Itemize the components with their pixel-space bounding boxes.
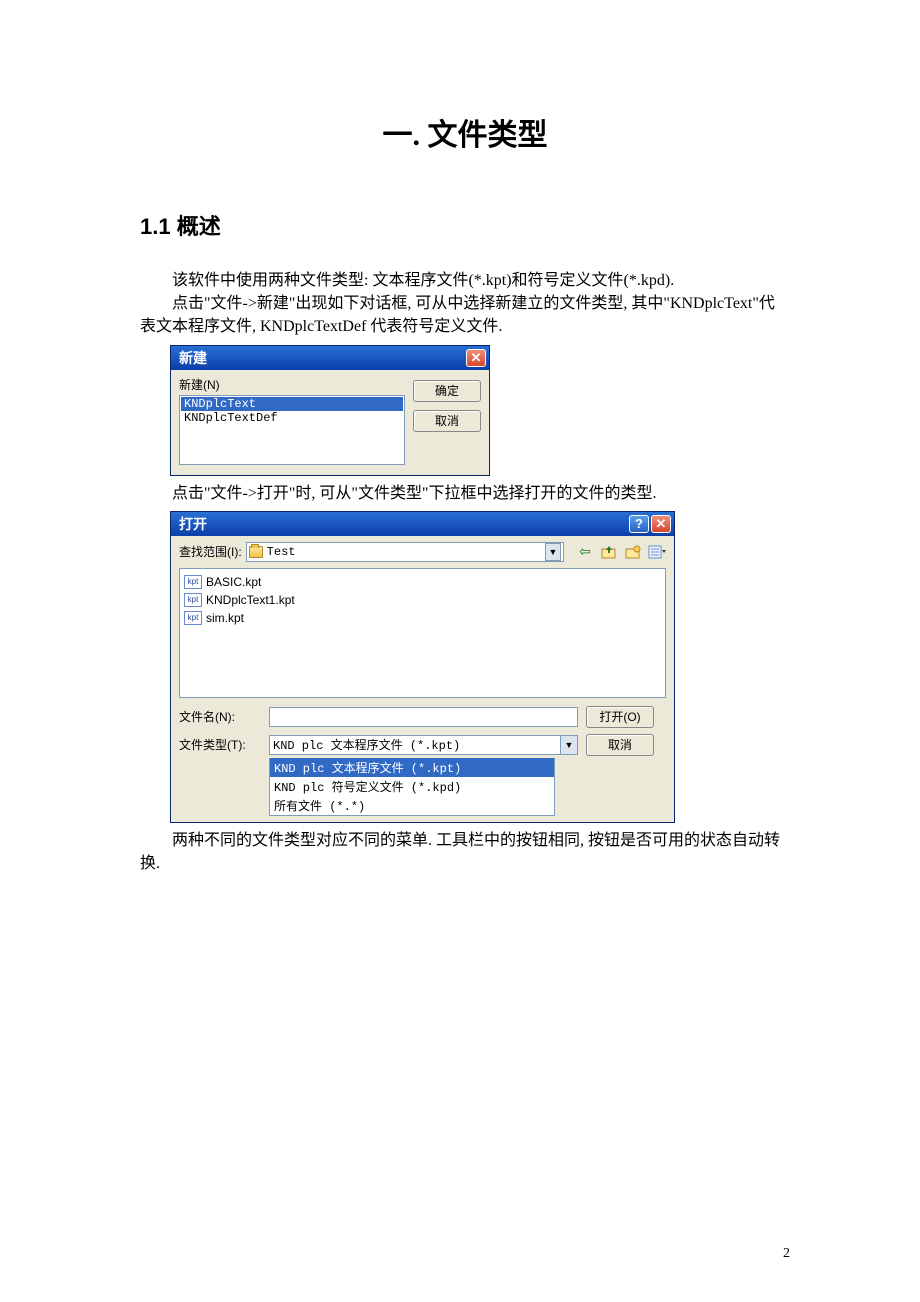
filetype-label: 文件类型(T): [179,736,261,753]
filetype-value: KND plc 文本程序文件 (*.kpt) [269,735,560,755]
new-dialog-titlebar: 新建 ✕ [171,346,489,370]
kpt-file-icon: kpt [184,611,202,625]
lookin-value: Test [267,545,296,559]
help-icon[interactable]: ? [629,515,649,533]
list-item[interactable]: KNDplcText [181,397,403,411]
dropdown-option[interactable]: KND plc 文本程序文件 (*.kpt) [270,758,554,777]
list-item[interactable]: kpt BASIC.kpt [184,573,661,591]
new-folder-icon[interactable] [624,543,642,561]
file-list[interactable]: kpt BASIC.kpt kpt KNDplcText1.kpt kpt si… [179,568,666,698]
open-button[interactable]: 打开(O) [586,706,654,728]
paragraph-4-line1: 两种不同的文件类型对应不同的菜单. 工具栏中的按钮相同, 按钮是否可用的状态自动… [140,829,790,852]
filetype-combo[interactable]: KND plc 文本程序文件 (*.kpt) ▼ [269,735,578,755]
lookin-combo[interactable]: Test ▼ [246,542,564,562]
section-title: 1.1 概述 [140,209,790,241]
kpt-file-icon: kpt [184,575,202,589]
list-item[interactable]: kpt KNDplcText1.kpt [184,591,661,609]
paragraph-2-line2: 表文本程序文件, KNDplcTextDef 代表符号定义文件. [140,315,790,338]
chevron-down-icon[interactable]: ▼ [545,543,561,561]
filename-label: 文件名(N): [179,708,261,725]
paragraph-4-line2: 换. [140,852,790,875]
back-icon[interactable]: ⇦ [576,543,594,561]
open-dialog-title: 打开 [179,514,207,534]
new-dialog-title: 新建 [179,348,207,368]
cancel-button[interactable]: 取消 [586,734,654,756]
chevron-down-icon[interactable]: ▼ [560,735,578,755]
list-item[interactable]: KNDplcTextDef [181,411,403,425]
close-icon[interactable]: ✕ [651,515,671,533]
paragraph-2-line1: 点击"文件->新建"出现如下对话框, 可从中选择新建立的文件类型, 其中"KND… [140,292,790,315]
paragraph-3: 点击"文件->打开"时, 可从"文件类型"下拉框中选择打开的文件的类型. [140,482,790,505]
open-toolbar: ⇦ [576,543,666,561]
page-number: 2 [783,1246,790,1262]
lookin-label: 查找范围(I): [179,543,242,560]
chapter-title: 一. 文件类型 [140,110,790,154]
open-dialog: 打开 ? ✕ 查找范围(I): Test ▼ ⇦ [170,511,675,823]
view-menu-icon[interactable] [648,543,666,561]
file-name: sim.kpt [206,611,244,625]
file-name: KNDplcText1.kpt [206,593,295,607]
kpt-file-icon: kpt [184,593,202,607]
paragraph-1: 该软件中使用两种文件类型: 文本程序文件(*.kpt)和符号定义文件(*.kpd… [140,269,790,292]
new-type-listbox[interactable]: KNDplcText KNDplcTextDef [179,395,405,465]
filetype-dropdown[interactable]: KND plc 文本程序文件 (*.kpt) KND plc 符号定义文件 (*… [269,758,555,816]
list-item[interactable]: kpt sim.kpt [184,609,661,627]
folder-icon [249,546,263,558]
new-dialog: 新建 ✕ 新建(N) KNDplcText KNDplcTextDef 确定 取… [170,345,490,476]
dropdown-option[interactable]: KND plc 符号定义文件 (*.kpd) [270,777,554,796]
open-dialog-titlebar: 打开 ? ✕ [171,512,674,536]
file-name: BASIC.kpt [206,575,261,589]
filename-input[interactable] [269,707,578,727]
new-label: 新建(N) [179,376,405,393]
close-icon[interactable]: ✕ [466,349,486,367]
up-one-level-icon[interactable] [600,543,618,561]
dropdown-option[interactable]: 所有文件 (*.*) [270,796,554,815]
cancel-button[interactable]: 取消 [413,410,481,432]
ok-button[interactable]: 确定 [413,380,481,402]
